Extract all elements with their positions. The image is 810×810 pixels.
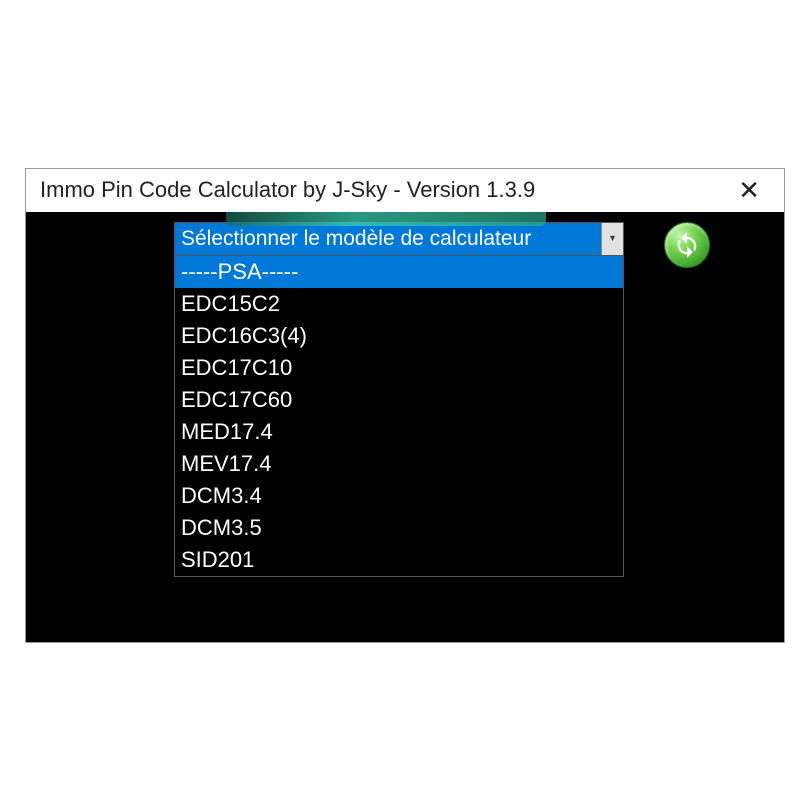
close-button[interactable]: ✕ bbox=[728, 175, 770, 206]
refresh-button[interactable] bbox=[664, 222, 710, 268]
dropdown-selected[interactable]: Sélectionner le modèle de calculateur ▾ bbox=[174, 222, 624, 256]
content-area: Sélectionner le modèle de calculateur ▾ … bbox=[26, 212, 784, 642]
window-title: Immo Pin Code Calculator by J-Sky - Vers… bbox=[40, 177, 728, 203]
model-dropdown[interactable]: Sélectionner le modèle de calculateur ▾ … bbox=[174, 222, 624, 577]
dropdown-item[interactable]: EDC17C60 bbox=[175, 384, 623, 416]
refresh-icon bbox=[673, 231, 701, 259]
app-window: Immo Pin Code Calculator by J-Sky - Vers… bbox=[25, 168, 785, 643]
dropdown-item[interactable]: SID201 bbox=[175, 544, 623, 576]
titlebar: Immo Pin Code Calculator by J-Sky - Vers… bbox=[26, 169, 784, 212]
bg-decoration bbox=[226, 212, 546, 226]
dropdown-item[interactable]: EDC15C2 bbox=[175, 288, 623, 320]
dropdown-item[interactable]: DCM3.4 bbox=[175, 480, 623, 512]
dropdown-item[interactable]: EDC16C3(4) bbox=[175, 320, 623, 352]
dropdown-selected-text: Sélectionner le modèle de calculateur bbox=[175, 227, 601, 251]
dropdown-item[interactable]: DCM3.5 bbox=[175, 512, 623, 544]
dropdown-item[interactable]: MED17.4 bbox=[175, 416, 623, 448]
dropdown-row: Sélectionner le modèle de calculateur ▾ … bbox=[174, 222, 766, 577]
chevron-down-icon[interactable]: ▾ bbox=[601, 223, 623, 255]
dropdown-item[interactable]: -----PSA----- bbox=[175, 256, 623, 288]
dropdown-item[interactable]: MEV17.4 bbox=[175, 448, 623, 480]
dropdown-list: -----PSA----- EDC15C2 EDC16C3(4) EDC17C1… bbox=[174, 256, 624, 577]
dropdown-item[interactable]: EDC17C10 bbox=[175, 352, 623, 384]
